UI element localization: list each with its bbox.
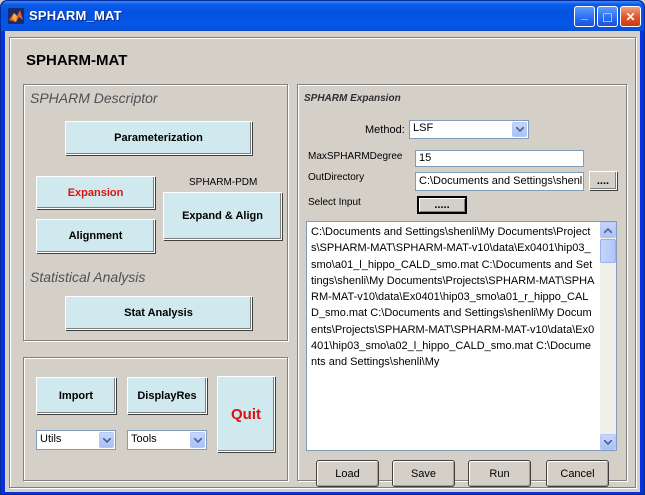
chevron-down-icon (99, 432, 114, 448)
chevron-down-icon (604, 439, 612, 445)
select-input-label: Select Input (306, 195, 409, 210)
descriptor-panel: SPHARM Descriptor Parameterization Expan… (23, 84, 288, 341)
window-title: SPHARM_MAT (29, 8, 122, 23)
scroll-down-button[interactable] (600, 434, 616, 450)
utils-dropdown[interactable]: Utils (36, 430, 116, 450)
utils-selected-value: Utils (40, 433, 62, 445)
alignment-button[interactable]: Alignment (36, 219, 155, 253)
minimize-icon: _ (581, 6, 588, 21)
parameterization-button[interactable]: Parameterization (65, 121, 252, 155)
stat-analysis-button[interactable]: Stat Analysis (65, 296, 252, 330)
scrollbar-thumb[interactable] (600, 239, 616, 263)
run-button[interactable]: Run (468, 460, 531, 487)
quit-button[interactable]: Quit (217, 376, 275, 452)
app-title: SPHARM-MAT (26, 52, 128, 69)
input-files-listbox[interactable]: C:\Documents and Settings\shenli\My Docu… (306, 221, 617, 451)
out-directory-input[interactable]: C:\Documents and Settings\shenli\M (415, 172, 584, 191)
expansion-panel-title: SPHARM Expansion (304, 93, 401, 104)
input-files-list: C:\Documents and Settings\shenli\My Docu… (311, 226, 595, 369)
descriptor-panel-title: SPHARM Descriptor (30, 90, 158, 106)
import-button[interactable]: Import (36, 377, 116, 414)
cancel-button[interactable]: Cancel (546, 460, 609, 487)
load-button[interactable]: Load (316, 460, 379, 487)
close-icon: ✕ (625, 9, 636, 24)
tools-panel: Import DisplayRes Quit Utils Tools (23, 357, 288, 481)
max-degree-label: MaxSPHARMDegree (306, 149, 409, 164)
spharm-pdm-label: SPHARM-PDM (189, 177, 258, 188)
expansion-button[interactable]: Expansion (36, 176, 155, 209)
displayres-button[interactable]: DisplayRes (127, 377, 207, 414)
chevron-up-icon (604, 227, 612, 233)
expansion-panel: SPHARM Expansion Method: LSF MaxSPHARMDe… (297, 84, 627, 487)
chevron-down-icon (190, 432, 205, 448)
browse-out-directory-button[interactable]: .... (589, 171, 617, 190)
expand-align-button[interactable]: Expand & Align (163, 192, 282, 240)
max-degree-input[interactable]: 15 (415, 150, 584, 167)
select-input-button[interactable]: ..... (417, 196, 467, 214)
method-label: Method: (365, 124, 405, 136)
method-dropdown[interactable]: LSF (409, 120, 529, 139)
chevron-down-icon (512, 122, 527, 137)
tools-selected-value: Tools (131, 433, 157, 445)
minimize-button[interactable]: _ (574, 6, 595, 27)
tools-dropdown[interactable]: Tools (127, 430, 207, 450)
statistical-analysis-title: Statistical Analysis (30, 269, 146, 285)
client-area: SPHARM-MAT SPHARM Descriptor Parameteriz… (5, 31, 640, 492)
method-selected-value: LSF (413, 122, 434, 134)
matlab-logo-icon (8, 8, 24, 24)
scroll-up-button[interactable] (600, 222, 616, 238)
maximize-icon: □ (603, 8, 612, 25)
save-button[interactable]: Save (392, 460, 455, 487)
app-window: SPHARM_MAT _ □ ✕ SPHARM-MAT SPHARM Descr… (0, 0, 645, 495)
title-bar[interactable]: SPHARM_MAT _ □ ✕ (1, 1, 644, 31)
listbox-scrollbar[interactable] (600, 222, 616, 450)
out-directory-label: OutDirectory (306, 170, 409, 185)
close-button[interactable]: ✕ (620, 6, 641, 27)
maximize-button[interactable]: □ (597, 6, 618, 27)
